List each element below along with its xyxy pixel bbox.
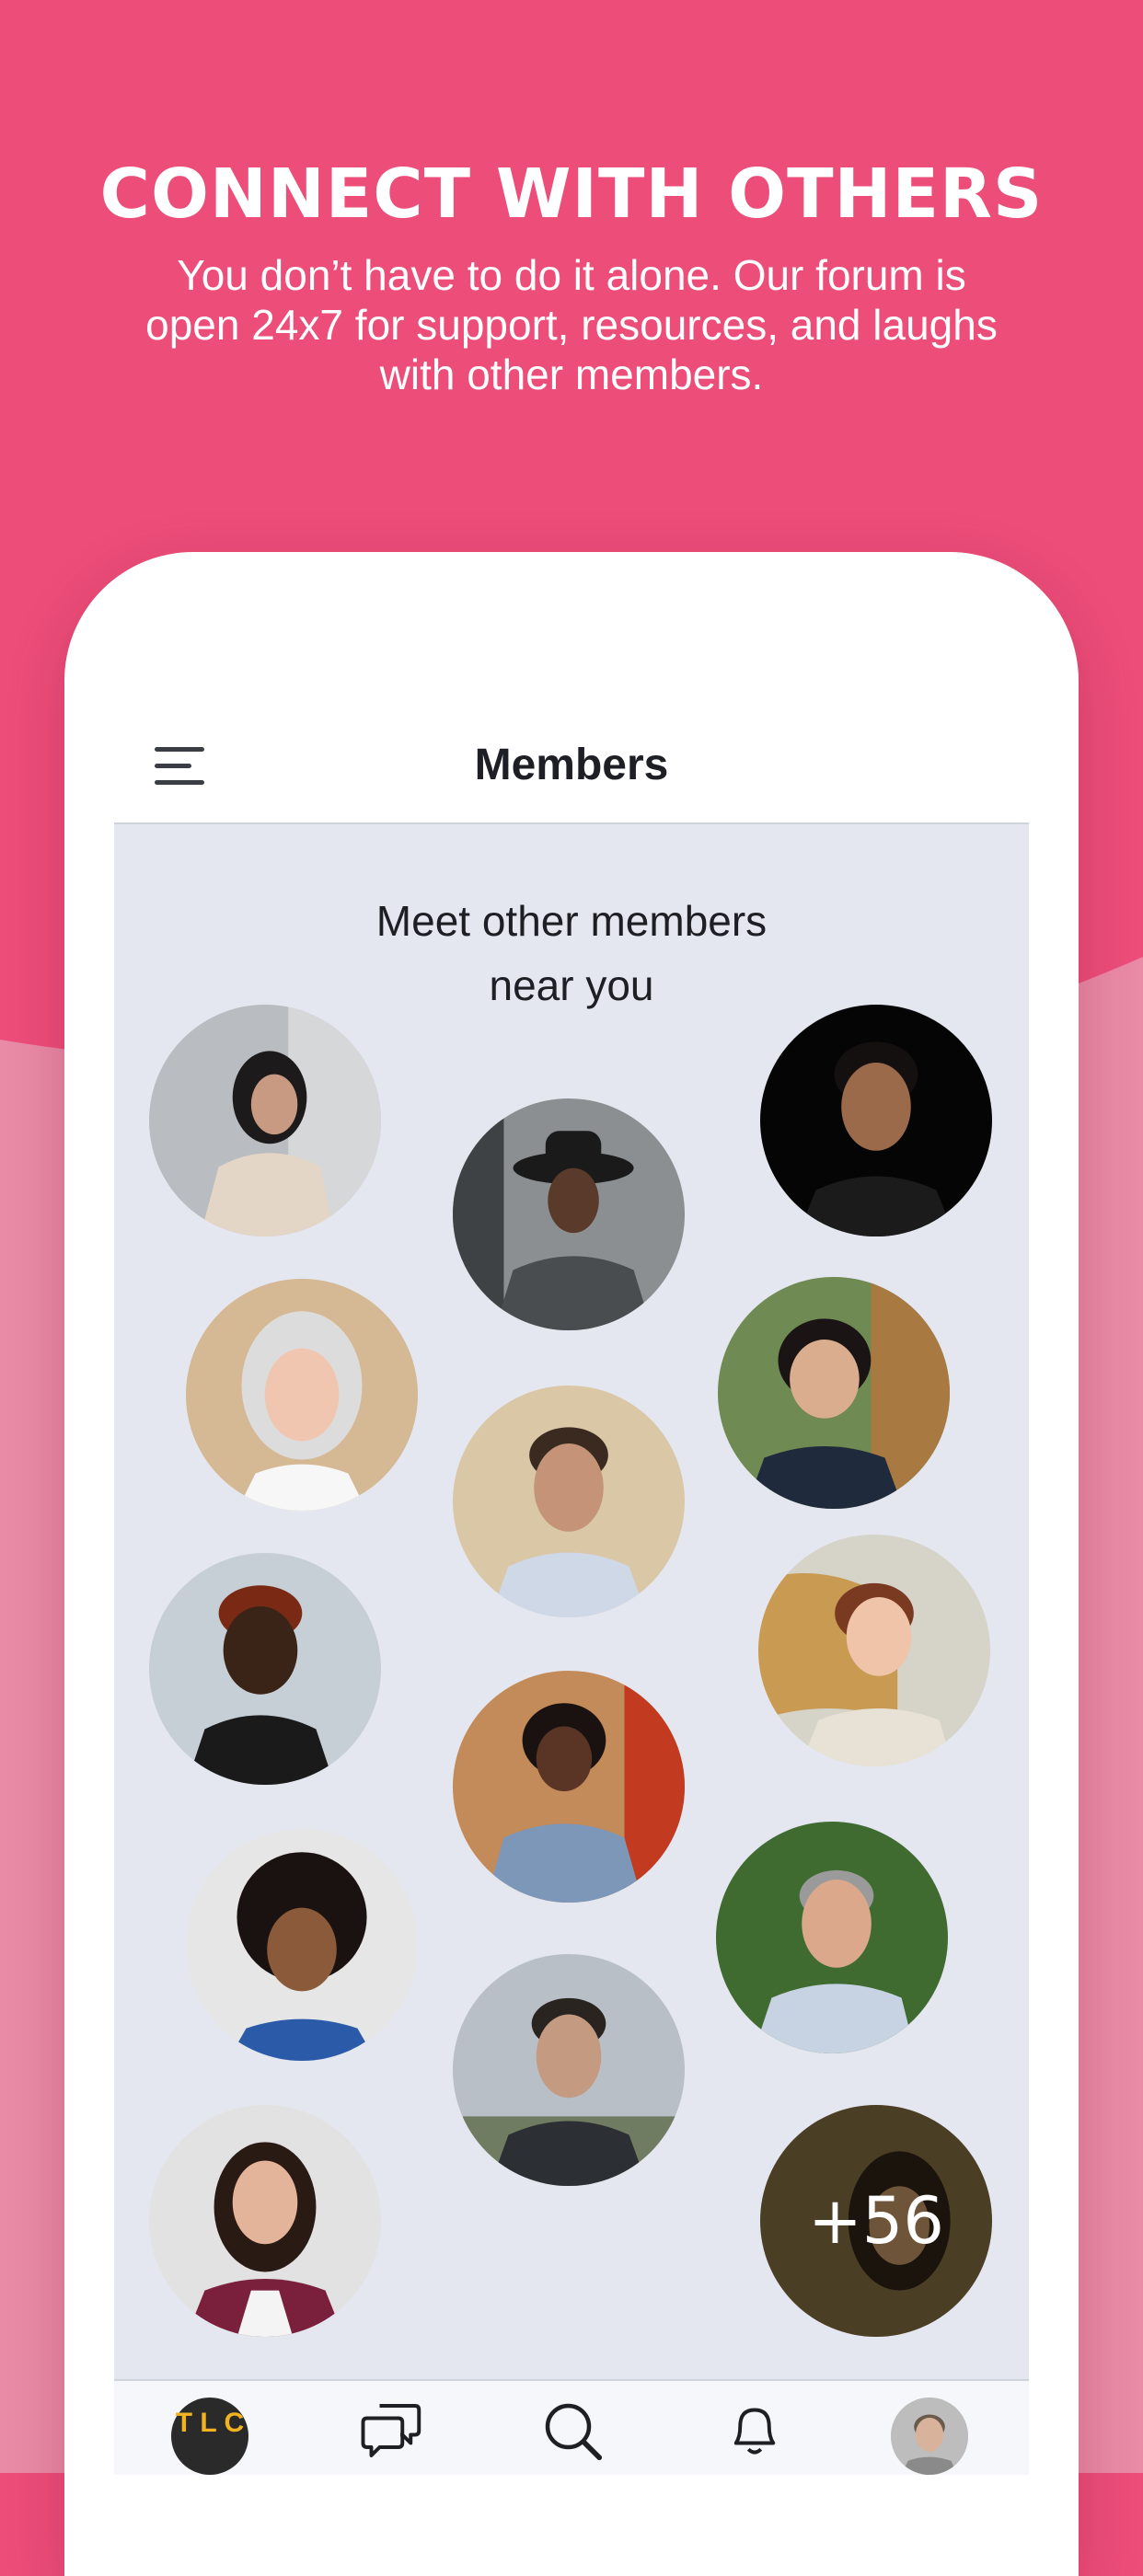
search-icon[interactable] xyxy=(539,2398,622,2480)
more-count: +56 xyxy=(808,2183,944,2259)
member-avatar[interactable] xyxy=(453,1098,685,1330)
headline: CONNECT WITH OTHERS xyxy=(99,155,1044,234)
members-content: Meet other members near you +56 xyxy=(114,824,1029,2379)
page-title: Members xyxy=(474,741,669,789)
member-avatar[interactable] xyxy=(149,1005,381,1236)
tlc-logo-icon[interactable]: T L C xyxy=(171,2398,248,2475)
member-avatar[interactable] xyxy=(453,1954,685,2186)
members-prompt: Meet other members near you xyxy=(375,897,768,1009)
member-avatar[interactable] xyxy=(149,1553,381,1785)
bell-icon[interactable] xyxy=(722,2398,804,2480)
subline: You don’t have to do it alone. Our forum… xyxy=(145,251,998,398)
member-avatar[interactable] xyxy=(718,1277,950,1509)
member-avatar[interactable] xyxy=(760,1005,992,1236)
member-avatar[interactable] xyxy=(758,1535,990,1766)
chat-bubbles-icon[interactable] xyxy=(359,2398,442,2480)
tlc-logo-text: T L C xyxy=(175,2408,245,2438)
member-avatar[interactable] xyxy=(716,1822,948,2053)
member-avatar[interactable] xyxy=(186,1279,418,1511)
member-avatar[interactable] xyxy=(186,1829,418,2061)
member-avatar[interactable] xyxy=(149,2105,381,2337)
more-members-tile[interactable]: +56 xyxy=(760,2105,992,2337)
avatar-icon[interactable] xyxy=(891,2398,968,2475)
member-avatar[interactable] xyxy=(453,1671,685,1903)
nav-bar: Members xyxy=(114,708,1029,824)
member-avatar[interactable] xyxy=(453,1386,685,1617)
tab-bar: T L C xyxy=(114,2379,1029,2475)
